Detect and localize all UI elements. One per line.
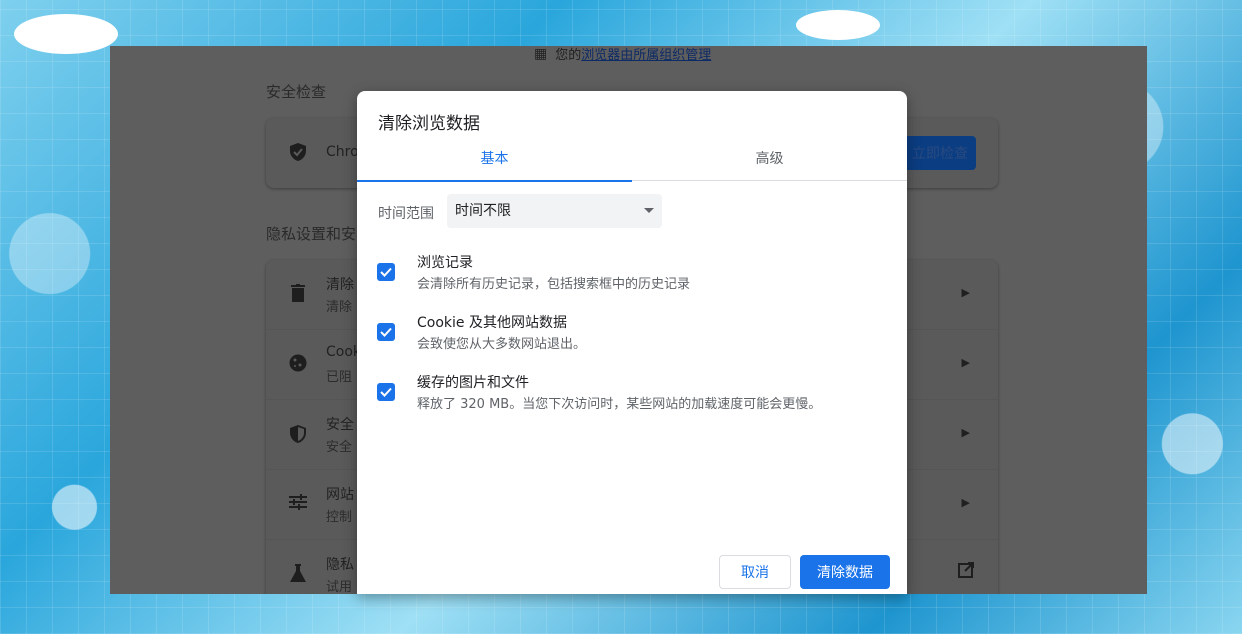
browsing-history-checkbox[interactable] (377, 263, 395, 281)
check-now-button[interactable]: 立即检查 (904, 136, 976, 170)
option-cached-files: 缓存的图片和文件 释放了 320 MB。当您下次访问时，某些网站的加载速度可能会… (357, 372, 907, 422)
chevron-right-icon: ▶ (961, 426, 970, 439)
managed-link[interactable]: 浏览器由所属组织管理 (581, 46, 711, 63)
privacy-heading: 隐私设置和安 (266, 225, 357, 243)
shield-check-icon (288, 142, 308, 162)
tab-basic[interactable]: 基本 (357, 147, 632, 182)
safety-check-heading: 安全检查 (266, 83, 327, 101)
flask-icon (288, 564, 308, 584)
clear-browsing-data-dialog: 清除浏览数据 基本 高级 时间范围 时间不限 浏览记录 会清除所有历史记录，包括… (357, 91, 907, 594)
time-range-select[interactable]: 时间不限 (447, 194, 662, 228)
chevron-down-icon (644, 208, 654, 213)
cancel-button[interactable]: 取消 (719, 555, 791, 589)
managed-notice: ▦ 您的 浏览器由所属组织管理 (534, 46, 712, 63)
external-link-icon (958, 562, 974, 581)
sliders-icon (288, 494, 308, 514)
dialog-tabs: 基本 高级 (357, 147, 907, 182)
building-icon: ▦ (534, 46, 548, 62)
background-cloud (14, 14, 118, 54)
chevron-right-icon: ▶ (961, 496, 970, 509)
cookies-checkbox[interactable] (377, 323, 395, 341)
background-cloud (796, 10, 880, 40)
dialog-title: 清除浏览数据 (378, 114, 480, 134)
option-browsing-history: 浏览记录 会清除所有历史记录，包括搜索框中的历史记录 (357, 252, 907, 302)
chevron-right-icon: ▶ (961, 286, 970, 299)
shield-icon (288, 424, 308, 444)
tab-advanced[interactable]: 高级 (632, 147, 907, 181)
cached-files-checkbox[interactable] (377, 383, 395, 401)
checkmark-icon (380, 327, 392, 337)
cookie-icon (288, 354, 308, 374)
time-range-value: 时间不限 (455, 203, 511, 219)
option-cookies: Cookie 及其他网站数据 会致使您从大多数网站退出。 (357, 312, 907, 362)
chevron-right-icon: ▶ (961, 356, 970, 369)
checkmark-icon (380, 387, 392, 397)
clear-data-button[interactable]: 清除数据 (800, 555, 890, 589)
checkmark-icon (380, 267, 392, 277)
trash-icon (288, 284, 308, 304)
safety-check-text: Chro (326, 144, 359, 160)
time-range-label: 时间范围 (378, 206, 434, 222)
